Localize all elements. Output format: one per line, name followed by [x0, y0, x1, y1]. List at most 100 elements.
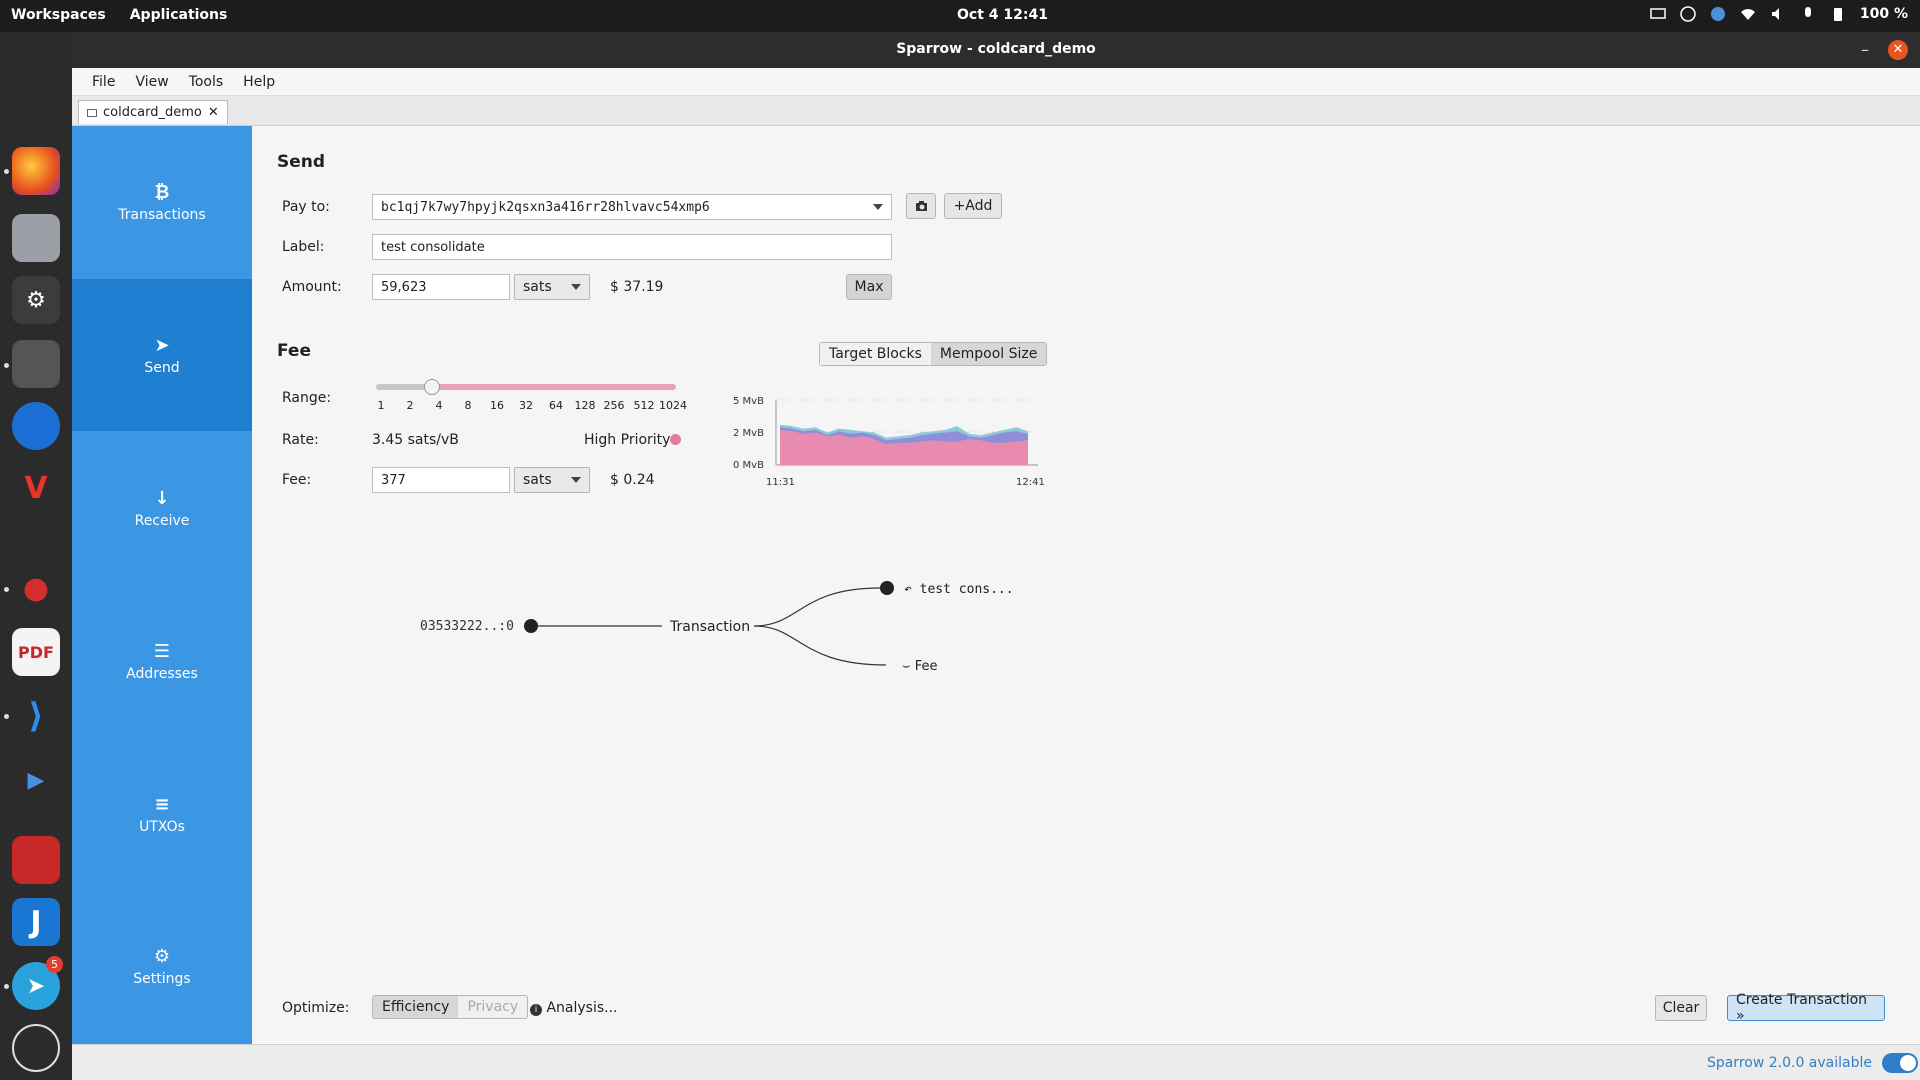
cherrytree-icon[interactable]: ● [12, 564, 60, 612]
range-tick: 128 [574, 399, 596, 412]
fee-fiat: $ 0.24 [610, 472, 655, 488]
fee-output-label-text: Fee [915, 659, 938, 674]
pay-to-label: Pay to: [282, 199, 330, 215]
sidebar-item-send[interactable]: ➤ Send [72, 279, 252, 431]
label-value: test consolidate [381, 239, 485, 255]
chevron-down-icon [571, 284, 581, 290]
running-indicator [4, 984, 9, 989]
tab-label: coldcard_demo [103, 105, 202, 120]
fee-unit-select[interactable]: sats [514, 467, 590, 493]
amount-unit-select[interactable]: sats [514, 274, 590, 300]
sidebar-item-addresses[interactable]: ☰ Addresses [72, 585, 252, 737]
y-tick-label: 5 MvB [733, 396, 764, 407]
range-tick: 2 [406, 399, 414, 412]
obs-tray-icon[interactable] [1680, 6, 1696, 22]
sidebar-item-label: Transactions [118, 206, 206, 223]
range-tick: 1 [377, 399, 385, 412]
tab-close-icon[interactable]: ✕ [208, 105, 219, 120]
close-window-button[interactable]: ✕ [1888, 40, 1908, 60]
range-tick: 16 [490, 399, 504, 412]
amount-fiat: $ 37.19 [610, 279, 664, 295]
running-indicator [4, 587, 9, 592]
fee-input[interactable]: 377 [372, 467, 510, 493]
settings-app-icon[interactable]: ⚙ [12, 276, 60, 324]
update-available-link[interactable]: Sparrow 2.0.0 available [1707, 1055, 1872, 1071]
workspaces-button[interactable]: Workspaces [11, 7, 106, 23]
joplin-icon[interactable]: J [12, 898, 60, 946]
minimize-button[interactable]: – [1855, 40, 1875, 60]
media-app-icon[interactable]: ▶ [12, 756, 60, 804]
clear-button[interactable]: Clear [1655, 995, 1707, 1021]
window-titlebar: Sparrow - coldcard_demo – ✕ [72, 32, 1920, 68]
firefox-icon[interactable] [12, 147, 60, 195]
add-recipient-button[interactable]: +Add [944, 193, 1002, 219]
mempool-size-button[interactable]: Mempool Size [930, 343, 1047, 365]
analysis-link[interactable]: i Analysis... [530, 1000, 618, 1016]
menu-file[interactable]: File [82, 68, 125, 95]
files-icon[interactable] [12, 214, 60, 262]
fee-output-label[interactable]: ⌣ Fee [902, 659, 937, 674]
menu-view[interactable]: View [125, 68, 178, 95]
create-transaction-button[interactable]: Create Transaction » [1727, 992, 1885, 1024]
screen-icon[interactable] [1650, 6, 1666, 22]
range-tick: 256 [603, 399, 625, 412]
privacy-button[interactable]: Privacy [458, 996, 528, 1018]
menu-help[interactable]: Help [233, 68, 285, 95]
tab-coldcard-demo[interactable]: coldcard_demo ✕ [78, 100, 228, 124]
sidebar-item-label: Addresses [126, 665, 198, 682]
output-label[interactable]: ↶ test cons... [904, 582, 1014, 597]
fee-icon: ⌣ [902, 659, 915, 674]
battery-icon[interactable] [1830, 6, 1846, 22]
info-icon: i [530, 1004, 542, 1016]
chevron-down-icon[interactable] [873, 204, 883, 210]
sidebar-item-settings[interactable]: ⚙ Settings [72, 890, 252, 1042]
pay-to-value: bc1qj7k7wy7hpyjk2qsxn3a416rr28hlvavc54xm… [381, 199, 710, 215]
obs-icon[interactable] [12, 1024, 60, 1072]
optimize-toggle: Efficiency Privacy [372, 995, 529, 1019]
slider-thumb[interactable] [424, 379, 440, 395]
sidebar-item-transactions[interactable]: ₿ Transactions [72, 126, 252, 278]
sidebar-item-utxos[interactable]: ≡ UTXOs [72, 738, 252, 890]
label-input[interactable]: test consolidate [372, 234, 892, 260]
terminal-app-icon[interactable] [12, 836, 60, 884]
chart-series-group [780, 424, 1028, 465]
vscode-icon[interactable]: ⟩ [12, 692, 60, 740]
vpn-tray-icon[interactable] [1710, 6, 1726, 22]
sidebar-item-label: UTXOs [139, 818, 185, 835]
menu-tools[interactable]: Tools [179, 68, 234, 95]
x-tick-label: 11:31 [766, 477, 795, 488]
range-tick: 512 [633, 399, 655, 412]
microphone-icon[interactable] [1800, 6, 1816, 22]
volume-icon[interactable] [1770, 6, 1786, 22]
expressvpn-icon[interactable]: V [12, 464, 60, 512]
priority-indicator [670, 434, 681, 445]
status-bar: Sparrow 2.0.0 available [72, 1044, 1920, 1080]
sidebar-item-receive[interactable]: ↓ Receive [72, 432, 252, 584]
max-button[interactable]: Max [846, 274, 892, 300]
transaction-label: Transaction [669, 619, 750, 635]
amount-value: 59,623 [381, 279, 427, 295]
applications-button[interactable]: Applications [130, 7, 228, 23]
wallet-sidebar: ₿ Transactions ➤ Send ↓ Receive ☰ Addres… [72, 126, 252, 1044]
efficiency-button[interactable]: Efficiency [373, 996, 459, 1018]
signal-icon[interactable] [12, 402, 60, 450]
scan-qr-button[interactable] [906, 193, 936, 219]
range-tick: 4 [435, 399, 443, 412]
optimize-label: Optimize: [282, 1000, 350, 1016]
range-tick: 64 [549, 399, 563, 412]
fee-label: Fee: [282, 472, 312, 488]
sparrow-app-icon[interactable] [12, 340, 60, 388]
pay-to-input[interactable]: bc1qj7k7wy7hpyjk2qsxn3a416rr28hlvavc54xm… [372, 194, 892, 220]
analysis-label: Analysis... [546, 1000, 618, 1016]
running-indicator [4, 169, 9, 174]
online-toggle[interactable] [1882, 1053, 1918, 1073]
target-blocks-button[interactable]: Target Blocks [820, 343, 931, 365]
amount-input[interactable]: 59,623 [372, 274, 510, 300]
clock[interactable]: Oct 4 12:41 [957, 7, 1048, 23]
wallet-icon [87, 108, 97, 117]
document-viewer-icon[interactable]: PDF [12, 628, 60, 676]
battery-percent[interactable]: 100 % [1860, 6, 1908, 22]
dock: ⚙ V ● PDF ⟩ ▶ J ➤ 5 [0, 32, 72, 1080]
input-utxo-label[interactable]: 03533222..:0 [420, 619, 514, 634]
wifi-icon[interactable] [1740, 6, 1756, 22]
